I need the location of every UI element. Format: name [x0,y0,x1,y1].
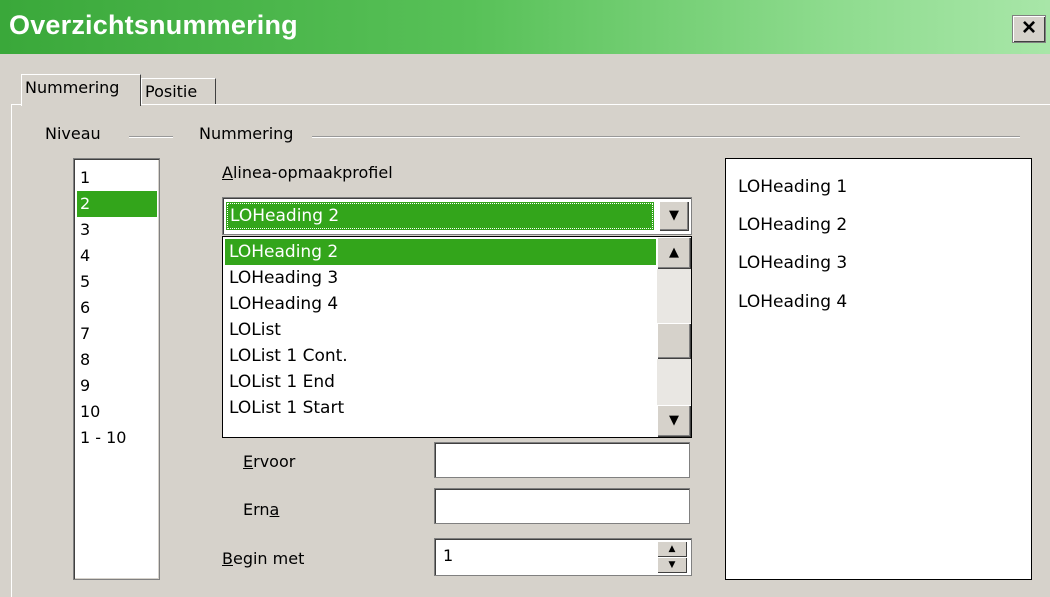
dropdown-option[interactable]: LOHeading 3 [225,265,656,291]
dialog-title: Overzichtsnummering [9,10,298,40]
spin-down-button[interactable]: ▼ [657,557,687,573]
tab-label: Positie [145,82,198,101]
start-at-label: Begin met [222,549,305,568]
level-item[interactable]: 6 [77,295,157,321]
dropdown-scrollbar[interactable]: ▲ ▼ [657,237,691,437]
level-item[interactable]: 5 [77,269,157,295]
dropdown-option-selected[interactable]: LOHeading 2 [225,239,656,265]
chevron-down-icon: ▼ [669,208,679,223]
level-item[interactable]: 10 [77,399,157,425]
level-list[interactable]: 1 2 3 4 5 6 7 8 9 10 1 - 10 [73,158,160,580]
close-button[interactable]: × [1012,15,1046,43]
chevron-up-icon: ▲ [669,245,679,260]
outline-numbering-dialog: Overzichtsnummering × Nummering Positie … [0,0,1050,597]
chevron-down-icon: ▼ [669,413,679,428]
dropdown-option[interactable]: LOList 1 End [225,369,656,395]
level-group-divider [129,136,173,138]
spin-up-button[interactable]: ▲ [657,541,687,557]
level-item[interactable]: 4 [77,243,157,269]
tab-label: Nummering [25,78,120,97]
before-input[interactable] [434,442,690,478]
scroll-up-button[interactable]: ▲ [657,237,691,269]
title-bar[interactable]: Overzichtsnummering × [0,0,1050,54]
level-item[interactable]: 8 [77,347,157,373]
start-at-spinbox[interactable]: 1 ▲ ▼ [434,538,692,576]
after-label: Erna [243,500,280,519]
spin-up-icon: ▲ [668,544,676,554]
dropdown-option[interactable]: LOList 1 Cont. [225,343,656,369]
dropdown-option[interactable]: LOList [225,317,656,343]
close-icon: × [1021,14,1036,41]
level-item[interactable]: 3 [77,217,157,243]
dropdown-option[interactable]: LOHeading 4 [225,291,656,317]
numbering-group-divider [312,136,1020,138]
dropdown-button[interactable]: ▼ [659,201,689,231]
preview-line: LOHeading 1 [738,177,848,197]
tab-positie[interactable]: Positie [141,78,216,104]
numbering-group-title: Nummering [195,124,298,143]
level-item[interactable]: 1 - 10 [77,425,157,451]
level-item[interactable]: 1 [77,165,157,191]
level-item[interactable]: 7 [77,321,157,347]
scrollbar-thumb[interactable] [657,323,691,359]
start-at-value: 1 [443,546,454,565]
preview-line: LOHeading 3 [738,253,848,273]
preview-line: LOHeading 4 [738,292,848,312]
preview-line: LOHeading 2 [738,215,848,235]
after-input[interactable] [434,488,690,524]
spin-down-icon: ▼ [668,560,676,570]
paragraph-style-dropdown-list[interactable]: LOHeading 2 LOHeading 3 LOHeading 4 LOLi… [222,236,692,438]
before-label: Ervoor [243,452,296,471]
paragraph-style-value[interactable]: LOHeading 2 [226,202,654,230]
level-item[interactable]: 9 [77,373,157,399]
paragraph-style-combobox[interactable]: LOHeading 2 ▼ [222,197,692,235]
level-item-selected[interactable]: 2 [77,191,157,217]
paragraph-style-label: Alinea-opmaakprofiel [222,163,393,182]
dropdown-option[interactable]: LOList 1 Start [225,395,656,421]
level-group-title: Niveau [41,124,105,143]
scroll-down-button[interactable]: ▼ [657,405,691,437]
numbering-preview: LOHeading 1 LOHeading 2 LOHeading 3 LOHe… [725,158,1032,580]
tab-nummering[interactable]: Nummering [21,74,141,106]
